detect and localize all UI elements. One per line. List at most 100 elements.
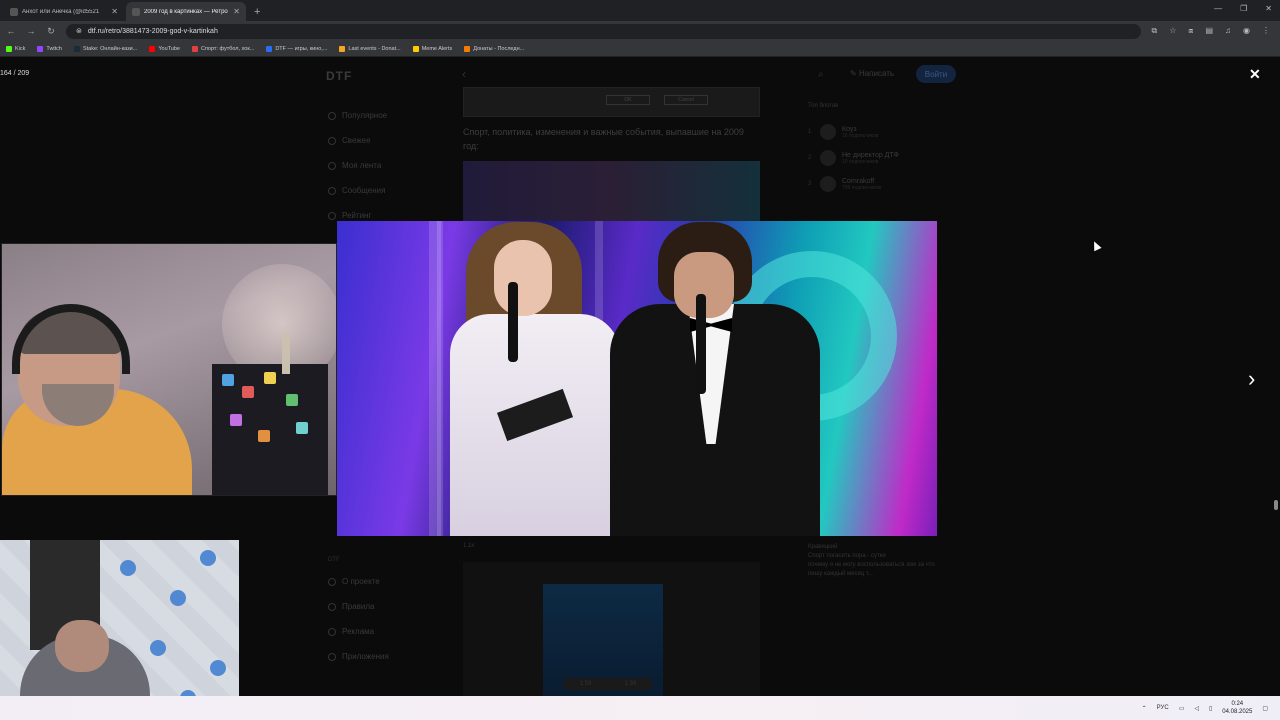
blog-item[interactable]: 3 Comrakoff 799 подписчиков (808, 171, 958, 197)
footer-nav-item[interactable]: О проекте (328, 569, 448, 594)
extensions-icon[interactable]: ⧈ (1188, 26, 1193, 36)
login-button[interactable]: Войти (916, 65, 956, 83)
clock[interactable]: 0:24 04.08.2025 (1222, 700, 1252, 716)
battery-icon[interactable]: ▯ (1209, 705, 1212, 712)
address-bar-row: ← → ↻ ⊜ dtf.ru/retro/3881473-2009-god-v-… (0, 21, 1280, 41)
blog-name: Коуз (842, 125, 857, 133)
video-controls: 1:59 1:39 (563, 678, 653, 690)
bookmark-favicon (412, 45, 419, 52)
profile-icon[interactable]: ◉ (1243, 26, 1250, 36)
restore-icon[interactable]: ❐ (1240, 4, 1247, 13)
nav-icon (328, 186, 336, 195)
tab-title: Анхот или Анечка (@id5521 (22, 8, 100, 15)
footer-nav-item[interactable]: Приложения (328, 644, 448, 669)
sidebar-item[interactable]: Сообщения (328, 178, 448, 203)
nav-icon (328, 602, 336, 611)
forward-icon[interactable]: → (26, 26, 36, 36)
input-language[interactable]: РУС (1157, 705, 1169, 711)
post-image-thumb[interactable] (463, 161, 760, 221)
bookmark-star-icon[interactable]: ☆ (1169, 26, 1176, 36)
footer-nav-label: Реклама (342, 627, 375, 636)
tab-close-icon[interactable]: ✕ (233, 7, 240, 16)
url-input[interactable]: ⊜ dtf.ru/retro/3881473-2009-god-v-kartin… (66, 23, 1142, 39)
scrollbar-thumb[interactable] (1274, 500, 1278, 510)
tab-1[interactable]: Анхот или Анечка (@id5521 ✕ (4, 2, 124, 21)
bookmark-item[interactable]: Twitch (37, 45, 62, 52)
bookmark-item[interactable]: Meme Alerts (412, 45, 452, 52)
nav-icon (328, 211, 336, 220)
avatar (820, 150, 836, 166)
chevron-right-icon[interactable]: › (1248, 366, 1255, 392)
bookmark-item[interactable]: Last events - Donat... (339, 45, 401, 52)
sidebar-item[interactable]: Популярное (328, 103, 448, 128)
blog-rank: 2 (808, 155, 812, 161)
window-controls: — ❐ ✕ (1214, 4, 1272, 13)
bookmark-item[interactable]: Спорт: футбол, хок... (191, 45, 254, 52)
nav-icon (328, 652, 336, 661)
back-icon[interactable]: ← (6, 26, 16, 36)
bookmark-item[interactable]: YouTube (149, 45, 180, 52)
sidebar-item-label: Сообщения (342, 186, 386, 195)
comment-text: почему я не могу воспользоваться зом за … (808, 562, 935, 577)
blog-name: Comrakoff (842, 177, 875, 185)
bookmark-item[interactable]: DTF — игры, кино,... (266, 45, 327, 52)
close-icon[interactable]: ✕ (1249, 66, 1261, 83)
screen: Анхот или Анечка (@id5521 ✕ 2009 год в к… (0, 0, 1280, 720)
post-views: 1,1к (463, 543, 474, 549)
comment-card[interactable]: Кравицкий Спорт погасить пора - сутки по… (808, 543, 948, 579)
footer-heading: DTF (328, 557, 340, 563)
blog-item[interactable]: 2 Не директор ДТФ 10 подписчиков (808, 145, 958, 171)
nav-icon (328, 577, 336, 586)
blog-rank: 1 (808, 129, 812, 135)
tab-close-icon[interactable]: ✕ (111, 7, 118, 16)
top-blogs: Топ блогов 1 Коуз 16 подписчиков 2 Не директ… (808, 103, 958, 197)
bookmark-label: Twitch (46, 45, 62, 52)
toolbar-icons: ⧉ ☆ ⧈ ▤ ♫ ◉ ⋮ (1151, 26, 1274, 36)
write-label: Написать (858, 69, 895, 78)
footer-nav-label: О проекте (342, 577, 380, 586)
window-close-icon[interactable]: ✕ (1265, 4, 1272, 13)
sidepanel-icon[interactable]: ▤ (1205, 26, 1213, 36)
back-chevron-icon[interactable]: ‹ (462, 67, 466, 81)
new-tab-icon[interactable]: + (248, 2, 266, 21)
blog-item[interactable]: 1 Коуз 16 подписчиков (808, 119, 958, 145)
notifications-icon[interactable]: ▢ (1262, 705, 1268, 712)
video-time-b: 1:39 (624, 681, 637, 687)
menu-icon[interactable]: ⋮ (1262, 26, 1270, 36)
bookmark-item[interactable]: Kick (6, 45, 25, 52)
nav-icon (328, 161, 336, 170)
volume-icon[interactable]: ◁ (1194, 705, 1199, 712)
site-logo[interactable]: DTF (326, 69, 352, 83)
browser-tabbar: Анхот или Анечка (@id5521 ✕ 2009 год в к… (0, 0, 1280, 21)
sidebar-item[interactable]: Свежее (328, 128, 448, 153)
bookmark-favicon (266, 45, 273, 52)
minimize-icon[interactable]: — (1214, 4, 1222, 13)
site-info-icon[interactable]: ⊜ (76, 27, 82, 35)
webcam-streamer (1, 243, 337, 496)
blog-subscribers: 10 подписчиков (842, 158, 879, 165)
sidebar-item[interactable]: Моя лента (328, 153, 448, 178)
media-icon[interactable]: ♫ (1225, 26, 1231, 36)
footer-nav-item[interactable]: Правила (328, 594, 448, 619)
dialog-screenshot: OK Cancel (463, 87, 760, 117)
post-video-thumb[interactable]: 1:59 1:39 (463, 562, 760, 696)
cast-icon[interactable]: ⧉ (1151, 26, 1157, 36)
footer-nav-label: Приложения (342, 652, 389, 661)
footer-nav-item[interactable]: Реклама (328, 619, 448, 644)
nav-icon (328, 111, 336, 120)
write-button[interactable]: ✎ Написать (850, 69, 894, 78)
network-icon[interactable]: ▭ (1179, 705, 1185, 712)
sidebar-item-label: Популярное (342, 111, 388, 120)
nav-icon (328, 627, 336, 636)
bookmark-favicon (6, 45, 12, 52)
bookmark-item[interactable]: Донаты - Последн... (464, 45, 524, 52)
top-blogs-heading: Топ блогов (808, 103, 839, 109)
blog-subscribers: 799 подписчиков (842, 184, 882, 191)
search-icon[interactable]: ⌕ (818, 69, 824, 80)
tray-chevron-icon[interactable]: ⌃ (1142, 705, 1147, 712)
dialog-cancel: Cancel (664, 95, 708, 105)
bookmark-item[interactable]: Stake: Онлайн-кази... (73, 45, 137, 52)
reload-icon[interactable]: ↻ (46, 26, 56, 37)
post-text: Спорт, политика, изменения и важные собы… (463, 127, 744, 151)
tab-2[interactable]: 2009 год в картинках — Ретро ✕ (126, 2, 246, 21)
